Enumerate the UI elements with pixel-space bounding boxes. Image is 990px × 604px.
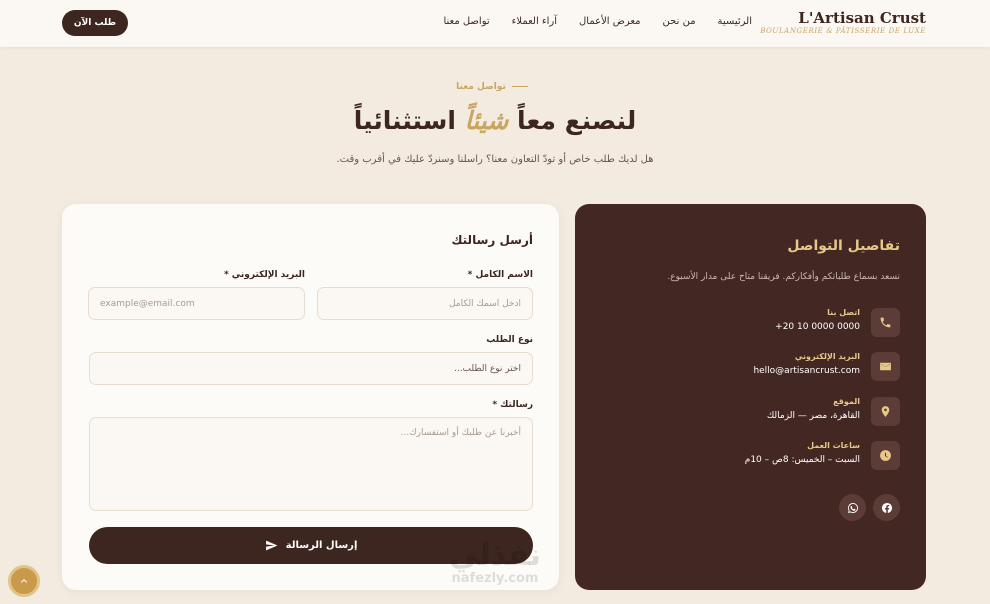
info-item-email: البريد الإلكتروني hello@artisancrust.com [600, 352, 900, 382]
facebook-icon [881, 502, 892, 513]
hours-value: السبت – الخميس: 8ص – 10م [744, 455, 860, 465]
phone-icon [871, 308, 900, 337]
main-nav: الرئيسية من نحن معرض الأعمال آراء العملا… [443, 16, 752, 27]
phone-value[interactable]: +20 10 0000 0000 [775, 322, 860, 332]
info-description: نسعد بسماع طلباتكم وأفكاركم. فريقنا متاح… [667, 272, 900, 282]
nav-item-contact[interactable]: تواصل معنا [443, 16, 489, 27]
email-info-label: البريد الإلكتروني [794, 352, 860, 361]
full-name-input[interactable] [317, 287, 533, 320]
info-item-phone: اتصل بنا +20 10 0000 0000 [600, 308, 900, 338]
contact-info-card: تفاصيل التواصل نسعد بسماع طلباتكم وأفكار… [575, 204, 926, 590]
page-title: لنصنع معاً شيئاً استثنائياً [0, 106, 990, 135]
nav-item-portfolio[interactable]: معرض الأعمال [579, 16, 641, 27]
request-type-select[interactable]: اختر نوع الطلب... [89, 352, 533, 385]
request-type-label: نوع الطلب [486, 335, 533, 345]
email-label: البريد الإلكتروني * [223, 270, 305, 280]
facebook-button[interactable] [873, 494, 900, 521]
whatsapp-icon [847, 502, 858, 513]
watermark-arabic: نفذلي [449, 538, 541, 573]
email-input[interactable] [88, 287, 305, 320]
message-textarea[interactable] [89, 417, 533, 511]
scroll-to-top-button[interactable] [8, 565, 40, 597]
email-value[interactable]: hello@artisancrust.com [753, 366, 860, 376]
site-header: L'Artisan Crust BOULANGERIE & PÂTISSERIE… [0, 0, 990, 47]
phone-label: اتصل بنا [827, 308, 860, 317]
send-button-label: إرسال الرسالة [285, 540, 358, 551]
nav-item-testimonials[interactable]: آراء العملاء [512, 16, 557, 27]
brand-tagline: BOULANGERIE & PÂTISSERIE DE LUXE [760, 27, 926, 35]
brand-name: L'Artisan Crust [798, 9, 926, 27]
page-subtitle: هل لديك طلب خاص أو تودّ التعاون معنا؟ را… [336, 154, 654, 165]
info-title: تفاصيل التواصل [787, 238, 900, 254]
nav-item-about[interactable]: من نحن [663, 16, 696, 27]
location-value: القاهرة، مصر — الزمالك [766, 411, 860, 421]
title-part-2: استثنائياً [353, 106, 456, 135]
form-title: أرسل رسالتك [451, 233, 533, 247]
brand-logo[interactable]: L'Artisan Crust BOULANGERIE & PÂTISSERIE… [760, 9, 926, 36]
watermark-latin: nafezly.com [451, 571, 539, 586]
eyebrow-text: تواصل معنا [456, 82, 506, 92]
whatsapp-button[interactable] [839, 494, 866, 521]
clock-icon [871, 441, 900, 470]
name-label: الاسم الكامل * [467, 270, 533, 280]
location-label: الموقع [833, 397, 860, 406]
info-item-location: الموقع القاهرة، مصر — الزمالك [600, 397, 900, 427]
nav-item-home[interactable]: الرئيسية [718, 16, 752, 27]
paper-plane-icon [265, 540, 278, 551]
section-eyebrow: تواصل معنا [0, 82, 990, 92]
location-pin-icon [871, 397, 900, 426]
hours-label: ساعات العمل [807, 441, 860, 450]
order-now-button[interactable]: طلب الآن [62, 10, 128, 36]
chevron-up-icon [21, 579, 27, 583]
message-label: رسالتك * [492, 400, 533, 410]
contact-form-card: أرسل رسالتك الاسم الكامل * البريد الإلكت… [62, 204, 559, 590]
watermark: نفذلي nafezly.com [430, 540, 560, 586]
eyebrow-divider [511, 86, 528, 87]
title-accent: شيئاً [464, 106, 509, 135]
envelope-icon [871, 352, 900, 381]
info-item-hours: ساعات العمل السبت – الخميس: 8ص – 10م [600, 441, 900, 471]
title-part-1: لنصنع معاً [517, 106, 637, 135]
